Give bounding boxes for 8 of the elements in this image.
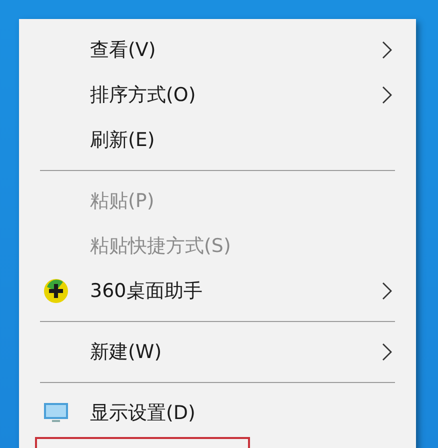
menu-item[interactable]: 360桌面助手 <box>90 278 202 304</box>
menu-item[interactable]: 刷新(E) <box>90 126 155 152</box>
monitor-icon <box>42 400 68 424</box>
plus-badge-icon <box>42 278 68 304</box>
menu-item[interactable]: 查看(V) <box>90 36 156 62</box>
menu-item[interactable]: 新建(W) <box>90 338 162 364</box>
menu-item[interactable]: 排序方式(O) <box>90 82 196 108</box>
menu-item[interactable]: 显示设置(D) <box>90 400 196 426</box>
